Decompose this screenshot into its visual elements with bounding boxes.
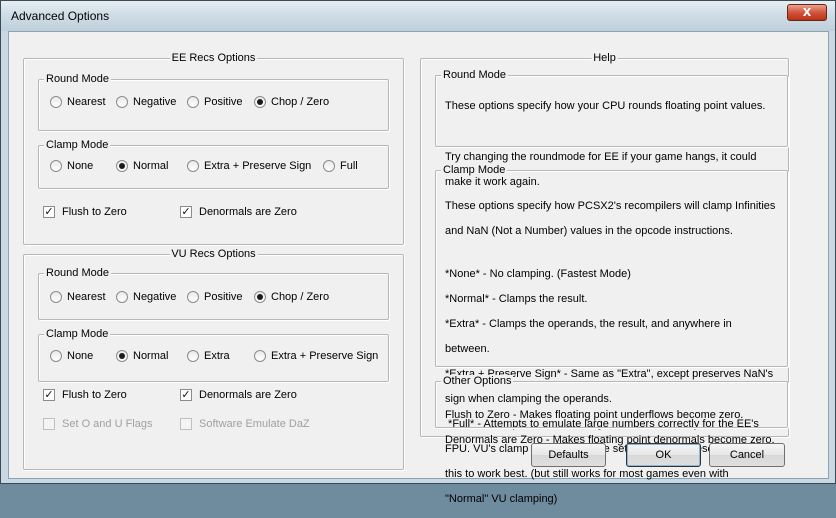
radio-indicator[interactable]	[187, 350, 199, 362]
checkmark-icon[interactable]: ✓	[180, 389, 192, 401]
help-clamp-mode-text: These options specify how PCSX2's recomp…	[445, 199, 776, 506]
vu-round-positive-radio[interactable]: Positive	[187, 291, 243, 303]
vu-clamp-extra-radio[interactable]: Extra	[187, 350, 230, 362]
vu-round-negative-radio[interactable]: Negative	[116, 291, 176, 303]
ee-round-nearest-radio[interactable]: Nearest	[50, 96, 106, 108]
vu-software-emulate-daz-checkbox[interactable]: Software Emulate DaZ	[180, 418, 310, 430]
radio-indicator-selected[interactable]	[254, 291, 266, 303]
help-title: Help	[591, 52, 618, 65]
ee-clamp-mode-group: Clamp Mode None Normal Extra + Preserve …	[38, 139, 389, 189]
help-clamp-mode-group: Clamp Mode These options specify how PCS…	[435, 164, 788, 505]
radio-indicator[interactable]	[187, 291, 199, 303]
help-other-options-title: Other Options	[441, 375, 514, 388]
ee-flush-to-zero-checkbox[interactable]: ✓ Flush to Zero	[43, 206, 127, 218]
vu-clamp-extra-preserve-sign-radio[interactable]: Extra + Preserve Sign	[254, 350, 378, 362]
checkmark-icon[interactable]: ✓	[43, 206, 55, 218]
ee-round-chop-zero-radio[interactable]: Chop / Zero	[254, 96, 329, 108]
radio-indicator[interactable]	[50, 96, 62, 108]
vu-set-o-u-flags-checkbox[interactable]: Set O and U Flags	[43, 418, 153, 430]
vu-round-mode-title: Round Mode	[44, 267, 111, 280]
checkbox-empty[interactable]	[43, 418, 55, 430]
ee-clamp-mode-title: Clamp Mode	[44, 139, 111, 152]
radio-indicator-selected[interactable]	[116, 350, 128, 362]
dialog-client-area: EE Recs Options Round Mode Nearest Negat…	[8, 31, 829, 505]
vu-clamp-mode-title: Clamp Mode	[44, 328, 111, 341]
title-bar[interactable]: Advanced Options X	[1, 1, 835, 31]
vu-clamp-none-radio[interactable]: None	[50, 350, 93, 362]
ee-clamp-normal-radio[interactable]: Normal	[116, 160, 168, 172]
ee-recs-options-title: EE Recs Options	[169, 52, 258, 65]
cancel-button[interactable]: Cancel	[709, 443, 785, 467]
checkmark-icon[interactable]: ✓	[43, 389, 55, 401]
radio-indicator[interactable]	[187, 96, 199, 108]
vu-denormals-are-zero-checkbox[interactable]: ✓ Denormals are Zero	[180, 389, 297, 401]
vu-round-chop-zero-radio[interactable]: Chop / Zero	[254, 291, 329, 303]
ee-round-mode-group: Round Mode Nearest Negative Positive Cho…	[38, 73, 389, 131]
radio-indicator[interactable]	[50, 291, 62, 303]
ee-round-positive-radio[interactable]: Positive	[187, 96, 243, 108]
help-round-mode-group: Round Mode These options specify how you…	[435, 69, 788, 188]
radio-indicator-selected[interactable]	[254, 96, 266, 108]
advanced-options-window: Advanced Options X EE Recs Options Round…	[0, 0, 836, 505]
radio-indicator[interactable]	[254, 350, 266, 362]
close-icon: X	[802, 6, 812, 19]
radio-indicator[interactable]	[50, 350, 62, 362]
ee-recs-options-group: EE Recs Options Round Mode Nearest Negat…	[23, 52, 404, 245]
close-button[interactable]: X	[787, 4, 827, 21]
help-group: Help Round Mode These options specify ho…	[420, 52, 789, 505]
defaults-button[interactable]: Defaults	[531, 443, 606, 467]
radio-indicator[interactable]	[50, 160, 62, 172]
help-clamp-mode-title: Clamp Mode	[441, 164, 508, 177]
vu-round-mode-group: Round Mode Nearest Negative Positive Cho…	[38, 267, 389, 320]
ok-button[interactable]: OK	[626, 443, 701, 467]
checkmark-icon[interactable]: ✓	[180, 206, 192, 218]
ee-denormals-are-zero-checkbox[interactable]: ✓ Denormals are Zero	[180, 206, 297, 218]
vu-recs-options-group: VU Recs Options Round Mode Nearest Negat…	[23, 248, 404, 470]
radio-indicator[interactable]	[116, 291, 128, 303]
ee-clamp-extra-preserve-sign-radio[interactable]: Extra + Preserve Sign	[187, 160, 311, 172]
radio-indicator[interactable]	[187, 160, 199, 172]
radio-indicator[interactable]	[323, 160, 335, 172]
vu-round-nearest-radio[interactable]: Nearest	[50, 291, 106, 303]
vu-recs-options-title: VU Recs Options	[169, 248, 258, 261]
vu-flush-to-zero-checkbox[interactable]: ✓ Flush to Zero	[43, 389, 127, 401]
radio-indicator-selected[interactable]	[116, 160, 128, 172]
vu-clamp-normal-radio[interactable]: Normal	[116, 350, 168, 362]
help-round-mode-title: Round Mode	[441, 69, 508, 82]
radio-indicator[interactable]	[116, 96, 128, 108]
vu-clamp-mode-group: Clamp Mode None Normal Extra Extra + Pre…	[38, 328, 389, 382]
checkbox-empty[interactable]	[180, 418, 192, 430]
help-other-options-group: Other Options Flush to Zero - Makes floa…	[435, 375, 788, 446]
window-title: Advanced Options	[11, 9, 110, 23]
ee-round-mode-title: Round Mode	[44, 73, 111, 86]
ee-round-negative-radio[interactable]: Negative	[116, 96, 176, 108]
ee-clamp-none-radio[interactable]: None	[50, 160, 93, 172]
ee-clamp-full-radio[interactable]: Full	[323, 160, 358, 172]
